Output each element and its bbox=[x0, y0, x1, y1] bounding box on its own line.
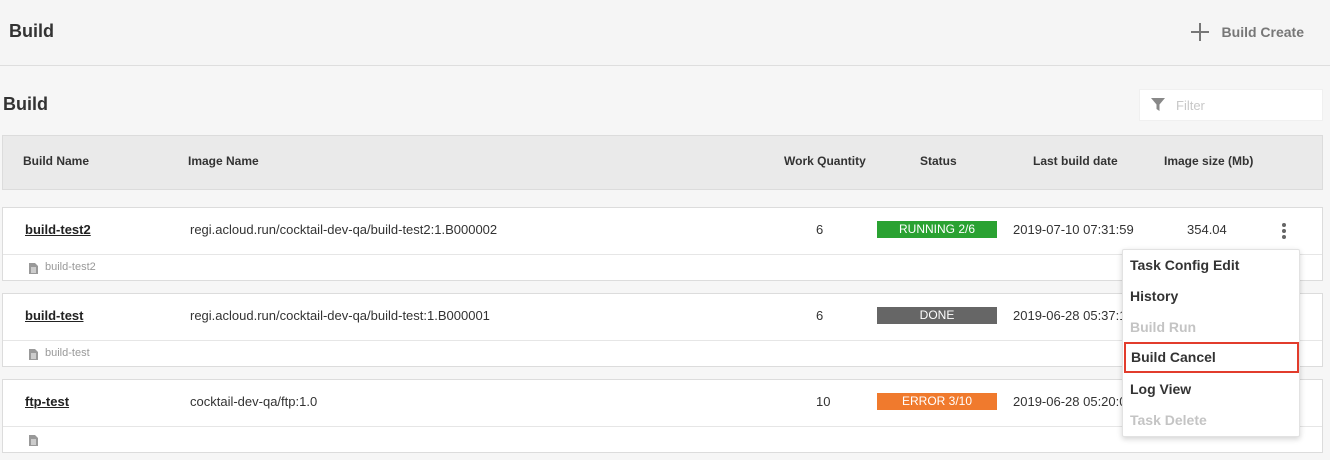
column-header-image-size[interactable]: Image size (Mb) bbox=[1164, 154, 1253, 168]
kebab-menu-icon[interactable] bbox=[1277, 222, 1291, 240]
row-subtext: build-test2 bbox=[45, 261, 96, 273]
image-name: cocktail-dev-qa/ftp:1.0 bbox=[190, 394, 318, 409]
status-badge: RUNNING 2/6 bbox=[877, 221, 997, 238]
column-header-build-name[interactable]: Build Name bbox=[23, 154, 89, 168]
build-name-link[interactable]: build-test bbox=[25, 308, 84, 323]
row-subtext: build-test bbox=[45, 347, 90, 359]
top-bar: Build Build Create bbox=[0, 0, 1330, 66]
last-build-date: 2019-07-10 07:31:59 bbox=[1013, 222, 1134, 237]
work-quantity: 10 bbox=[816, 394, 831, 409]
build-create-label: Build Create bbox=[1221, 24, 1304, 40]
last-build-date: 2019-06-28 05:37:1 bbox=[1013, 308, 1127, 323]
filter-input[interactable] bbox=[1176, 97, 1316, 113]
menu-item-build-cancel[interactable]: Build Cancel bbox=[1124, 342, 1299, 373]
menu-item-task-config-edit[interactable]: Task Config Edit bbox=[1123, 250, 1299, 281]
filter-box[interactable] bbox=[1139, 89, 1323, 121]
column-header-image-name[interactable]: Image Name bbox=[188, 154, 259, 168]
document-icon bbox=[29, 263, 38, 274]
menu-item-log-view[interactable]: Log View bbox=[1123, 374, 1299, 405]
document-icon bbox=[29, 349, 38, 360]
menu-item-history[interactable]: History bbox=[1123, 281, 1299, 312]
build-create-button[interactable]: Build Create bbox=[1190, 22, 1304, 42]
status-badge: DONE bbox=[877, 307, 997, 324]
image-name: regi.acloud.run/cocktail-dev-qa/build-te… bbox=[190, 308, 490, 323]
image-name: regi.acloud.run/cocktail-dev-qa/build-te… bbox=[190, 222, 498, 237]
row-context-menu: Task Config Edit History Build Run Build… bbox=[1122, 249, 1300, 437]
page-title: Build bbox=[9, 21, 54, 41]
column-header-work-quantity[interactable]: Work Quantity bbox=[784, 154, 866, 168]
column-header-status[interactable]: Status bbox=[920, 154, 957, 168]
image-size: 354.04 bbox=[1187, 222, 1227, 237]
last-build-date: 2019-06-28 05:20:0 bbox=[1013, 394, 1127, 409]
table-header: Build Name Image Name Work Quantity Stat… bbox=[2, 135, 1323, 190]
document-icon bbox=[29, 435, 38, 446]
menu-item-build-run: Build Run bbox=[1130, 319, 1197, 335]
filter-icon bbox=[1151, 98, 1165, 111]
section-title: Build bbox=[3, 94, 48, 114]
status-badge: ERROR 3/10 bbox=[877, 393, 997, 410]
menu-item-task-delete: Task Delete bbox=[1130, 412, 1207, 428]
column-header-last-build-date[interactable]: Last build date bbox=[1033, 154, 1118, 168]
row-main: build-test2 regi.acloud.run/cocktail-dev… bbox=[3, 208, 1322, 254]
build-name-link[interactable]: ftp-test bbox=[25, 394, 69, 409]
work-quantity: 6 bbox=[816, 308, 824, 323]
build-name-link[interactable]: build-test2 bbox=[25, 222, 91, 237]
work-quantity: 6 bbox=[816, 222, 824, 237]
plus-icon bbox=[1190, 22, 1210, 42]
